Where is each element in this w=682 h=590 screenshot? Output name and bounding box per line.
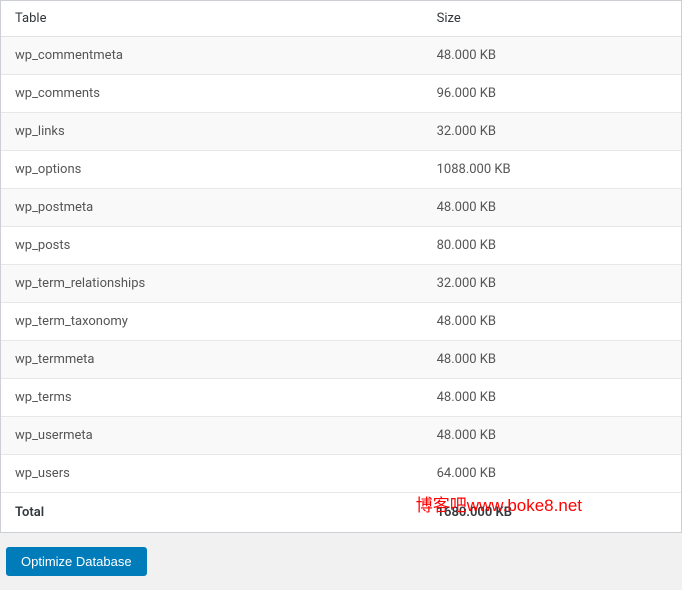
table-row: wp_users64.000 KB	[1, 455, 681, 493]
table-header-row: Table Size	[1, 1, 681, 37]
header-table-size: Size	[423, 1, 681, 37]
table-cell-size: 32.000 KB	[423, 113, 681, 151]
table-row: wp_usermeta48.000 KB	[1, 417, 681, 455]
footer-total-label: Total	[1, 493, 423, 533]
table-row: wp_termmeta48.000 KB	[1, 341, 681, 379]
actions-bar: Optimize Database	[0, 533, 682, 590]
table-cell-name: wp_commentmeta	[1, 37, 423, 75]
table-row: wp_terms48.000 KB	[1, 379, 681, 417]
table-cell-name: wp_termmeta	[1, 341, 423, 379]
database-tables-panel: Table Size wp_commentmeta48.000 KBwp_com…	[0, 0, 682, 533]
table-row: wp_term_relationships32.000 KB	[1, 265, 681, 303]
table-cell-name: wp_usermeta	[1, 417, 423, 455]
table-cell-size: 32.000 KB	[423, 265, 681, 303]
table-row: wp_options1088.000 KB	[1, 151, 681, 189]
table-cell-size: 64.000 KB	[423, 455, 681, 493]
table-row: wp_term_taxonomy48.000 KB	[1, 303, 681, 341]
table-cell-name: wp_term_relationships	[1, 265, 423, 303]
table-row: wp_postmeta48.000 KB	[1, 189, 681, 227]
table-cell-size: 80.000 KB	[423, 227, 681, 265]
table-cell-name: wp_options	[1, 151, 423, 189]
table-row: wp_comments96.000 KB	[1, 75, 681, 113]
table-row: wp_links32.000 KB	[1, 113, 681, 151]
table-cell-name: wp_users	[1, 455, 423, 493]
table-cell-size: 48.000 KB	[423, 341, 681, 379]
table-cell-size: 96.000 KB	[423, 75, 681, 113]
table-cell-size: 48.000 KB	[423, 189, 681, 227]
table-row: wp_commentmeta48.000 KB	[1, 37, 681, 75]
table-cell-name: wp_links	[1, 113, 423, 151]
footer-total-size: 1680.000 KB	[423, 493, 681, 533]
table-row: wp_posts80.000 KB	[1, 227, 681, 265]
header-table-name: Table	[1, 1, 423, 37]
table-cell-size: 48.000 KB	[423, 303, 681, 341]
table-cell-name: wp_term_taxonomy	[1, 303, 423, 341]
table-footer-row: Total 1680.000 KB	[1, 493, 681, 533]
table-cell-size: 48.000 KB	[423, 379, 681, 417]
table-cell-name: wp_postmeta	[1, 189, 423, 227]
optimize-database-button[interactable]: Optimize Database	[6, 547, 147, 576]
table-cell-size: 48.000 KB	[423, 37, 681, 75]
table-cell-size: 48.000 KB	[423, 417, 681, 455]
table-cell-name: wp_posts	[1, 227, 423, 265]
table-cell-name: wp_terms	[1, 379, 423, 417]
database-tables-table: Table Size wp_commentmeta48.000 KBwp_com…	[1, 1, 681, 532]
table-cell-name: wp_comments	[1, 75, 423, 113]
table-cell-size: 1088.000 KB	[423, 151, 681, 189]
